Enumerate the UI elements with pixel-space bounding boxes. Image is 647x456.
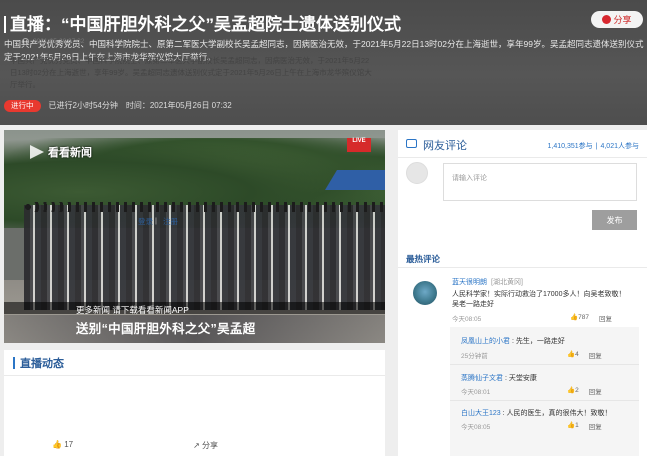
page-title-text: 直播：“中国肝胆外科之父”吴孟超院士遗体送别仪式 [10, 15, 401, 34]
comment-actions: 👍787 回复 [570, 313, 612, 323]
video-crowd-heads [24, 202, 385, 212]
reply-user-name-2: 蒸腾仙子文君 [461, 375, 503, 382]
login-register-divider: | [155, 216, 157, 225]
reply-reply-button-3[interactable]: 回复 [589, 421, 602, 431]
video-caption-text: 送别“中国肝胆外科之父”吴孟超 [76, 322, 256, 336]
comment-like-count: 787 [578, 314, 589, 321]
comment-stats: 1,410,351参与 | 4,021人参与 [544, 141, 639, 151]
comment-text-line2: 吴老一路走好 [452, 301, 494, 308]
title-accent-bar [4, 16, 6, 33]
reply-text-2: 天堂安康 [508, 375, 537, 382]
reply-text-3: 人民的医生，真的很伟大！致敬！ [506, 410, 612, 417]
stats-divider: | [595, 143, 598, 150]
reply-actions-2: 👍2 回复 [567, 386, 602, 396]
feed-accent-bar [13, 356, 15, 369]
comment-panel-title: 网友评论 [423, 140, 467, 152]
login-link[interactable]: 登录 [138, 216, 153, 227]
feed-timestamp: 2021-05-26 07:32 [22, 38, 84, 45]
reply-user-name-3: 白山大王123 [461, 410, 501, 417]
reply-user-3[interactable]: 白山大王123 : 人民的医生，真的很伟大！致敬！ [461, 408, 612, 418]
reply-user-1[interactable]: 凤凰山上的小君 : 先生，一路走好 [461, 336, 565, 346]
reply-divider-2 [450, 400, 639, 401]
reply-time-1: 25分钟前 [461, 353, 488, 360]
participant-count: 1,410,351参与 [547, 143, 593, 150]
live-tag: LIVE [347, 138, 371, 152]
start-time: 时间：2021年05月26日 07:32 [125, 101, 232, 110]
reply-like-button-3[interactable]: 👍1 [567, 421, 579, 431]
current-user-avatar [406, 162, 428, 184]
like-count: 17 [64, 440, 74, 449]
reply-divider-1 [450, 364, 639, 365]
hot-comments-header: 最热评论 [398, 246, 647, 268]
channel-logo-text: 看看新闻 [48, 147, 92, 159]
comment-reply-button[interactable]: 回复 [599, 313, 612, 323]
reply-like-count-1: 4 [575, 351, 579, 358]
comment-count: 4,021人参与 [600, 143, 639, 150]
page-title: 直播：“中国肝胆外科之父”吴孟超院士遗体送别仪式 [4, 10, 401, 35]
reply-like-count-3: 1 [575, 422, 579, 429]
feed-time-text: 2021-05-26 07:32 [33, 38, 85, 45]
hot-comments-title: 最热评论 [406, 254, 441, 264]
feed-share-label: 分享 [202, 441, 219, 450]
reply-user-name-1: 凤凰山上的小君 [461, 338, 510, 345]
comment-user-name: 蓝天很明朗 [452, 279, 487, 286]
reply-actions-3: 👍1 回复 [567, 421, 602, 431]
reply-time-3: 今天08:05 [461, 424, 491, 431]
channel-logo: 看看新闻 [30, 144, 92, 160]
live-video-player[interactable]: 看看新闻 LIVE 更多新闻 请下载看看新闻APP 送别“中国肝胆外科之父”吴孟… [4, 130, 385, 343]
like-button[interactable]: 👍 17 [52, 440, 73, 451]
video-news-strip [4, 302, 385, 314]
reply-time-2: 今天08:01 [461, 389, 491, 396]
feed-actions: 👍 17 ↗ 分享 [52, 440, 218, 451]
weibo-icon [602, 15, 612, 24]
feed-title: 直播动态 [20, 357, 64, 370]
reply-text-1: 先生，一路走好 [515, 338, 565, 345]
reply-reply-button-2[interactable]: 回复 [589, 386, 602, 396]
share-button[interactable]: 分享 [591, 11, 643, 28]
comment-like-button[interactable]: 👍787 [570, 313, 589, 323]
comment-user[interactable]: 蓝天很明朗 [湖北黄冈] [452, 277, 523, 287]
reply-user-2[interactable]: 蒸腾仙子文君 : 天堂安康 [461, 373, 537, 383]
elapsed-time: 已进行2小时54分钟 [48, 101, 118, 110]
clock-icon [22, 38, 29, 45]
play-logo-icon [30, 145, 44, 159]
reply-like-button-1[interactable]: 👍4 [567, 350, 579, 360]
feed-post-text: 中国共产党优秀党员、中国科学院院士、原第二军医大学副校长吴孟超同志，因病医治无效… [10, 56, 372, 89]
reply-actions-1: 👍4 回复 [567, 350, 602, 360]
feed-share-button[interactable]: ↗ 分享 [193, 440, 218, 451]
commenter-avatar[interactable] [413, 281, 437, 305]
status-badge: 进行中 [4, 99, 41, 112]
feed-header: 直播动态 [4, 350, 385, 376]
video-crowd [24, 205, 385, 310]
comment-text-line1: 人民科学家！实际行动救治了17000多人！向吴老致敬！ [452, 291, 626, 298]
share-label: 分享 [613, 15, 632, 25]
reply-like-button-2[interactable]: 👍2 [567, 386, 579, 396]
comment-input[interactable]: 请输入评论 [443, 163, 637, 201]
comment-panel-header: 网友评论 1,410,351参与 | 4,021人参与 [398, 130, 647, 158]
live-meta: 进行中 已进行2小时54分钟 时间：2021年05月26日 07:32 [4, 99, 232, 112]
comment-bubble-icon [406, 139, 417, 148]
post-comment-button[interactable]: 发布 [592, 210, 637, 230]
register-link[interactable]: 注册 [163, 216, 178, 227]
comment-user-location: [湖北黄冈] [491, 279, 523, 286]
reply-like-count-2: 2 [575, 387, 579, 394]
reply-reply-button-1[interactable]: 回复 [589, 350, 602, 360]
comment-time: 今天08:05 [452, 316, 482, 323]
